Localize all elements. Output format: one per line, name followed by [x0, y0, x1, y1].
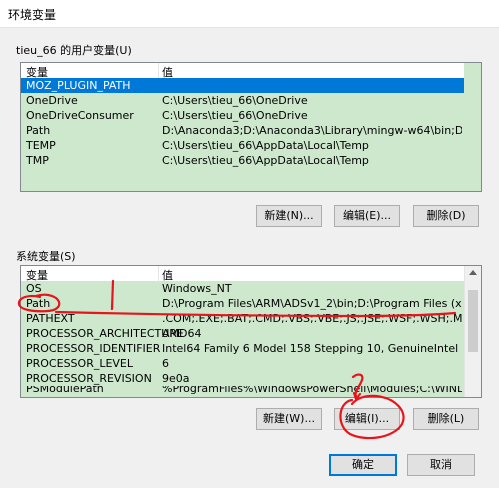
list-item[interactable]: Path D:\Program Files\ARM\ADSv1_2\bin;D:…: [21, 296, 464, 311]
variable-name: OneDriveConsumer: [26, 109, 134, 122]
variable-name: TEMP: [26, 139, 56, 152]
system-variables-label: 系统变量(S): [16, 250, 76, 263]
scrollbar-thumb[interactable]: [468, 290, 478, 352]
variable-name: PATHEXT: [26, 312, 75, 325]
variable-value: C:\Users\tieu_66\AppData\Local\Temp: [162, 139, 369, 152]
cancel-button[interactable]: 取消: [407, 454, 475, 476]
variable-value: C:\Users\tieu_66\AppData\Local\Temp: [162, 154, 369, 167]
list-item[interactable]: OS Windows_NT: [21, 281, 464, 296]
list-item[interactable]: OneDrive C:\Users\tieu_66\OneDrive: [21, 93, 464, 108]
user-variables-label: tieu_66 的用户变量(U): [16, 44, 132, 57]
window-title: 环境变量: [8, 8, 57, 22]
variable-name: PROCESSOR_LEVEL: [26, 357, 134, 370]
list-item[interactable]: PROCESSOR_ARCHITECTURE AMD64: [21, 326, 464, 341]
variable-value: C:\Users\tieu_66\OneDrive: [162, 94, 308, 107]
list-filler: [21, 168, 464, 191]
variable-value: .COM;.EXE;.BAT;.CMD;.VBS;.VBE;.JS;.JSE;.…: [162, 312, 462, 325]
variable-value: 9e0a: [162, 372, 190, 385]
list-item[interactable]: PSModulePath %ProgramFiles%\WindowsPower…: [21, 386, 464, 397]
variable-value: C:\Users\tieu_66\OneDrive: [162, 109, 308, 122]
user-edit-button[interactable]: 编辑(E)...: [334, 205, 400, 227]
variable-name: PSModulePath: [26, 386, 104, 395]
list-item[interactable]: MOZ_PLUGIN_PATH: [21, 78, 464, 93]
list-header: 变量 值: [21, 266, 481, 282]
list-item[interactable]: PATHEXT .COM;.EXE;.BAT;.CMD;.VBS;.VBE;.J…: [21, 311, 464, 326]
variable-value: D:\Program Files\ARM\ADSv1_2\bin;D:\Prog…: [162, 297, 462, 310]
system-variables-list[interactable]: 变量 值 OS Windows_NT Path D:\Program Files…: [20, 265, 482, 398]
variable-value: D:\Anaconda3;D:\Anaconda3\Library\mingw-…: [162, 124, 462, 137]
list-item[interactable]: TEMP C:\Users\tieu_66\AppData\Local\Temp: [21, 138, 464, 153]
vertical-scrollbar[interactable]: [464, 266, 481, 397]
variable-value: AMD64: [162, 327, 202, 340]
list-item[interactable]: PROCESSOR_LEVEL 6: [21, 356, 464, 371]
variable-name: PROCESSOR_IDENTIFIER: [26, 342, 161, 355]
variable-value: 6: [162, 357, 169, 370]
list-item[interactable]: PROCESSOR_REVISION 9e0a: [21, 371, 464, 386]
user-variables-list[interactable]: 变量 值 MOZ_PLUGIN_PATH OneDrive C:\Users\t…: [20, 62, 482, 192]
title-bar[interactable]: 环境变量: [0, 0, 499, 28]
variable-value: Windows_NT: [162, 282, 232, 295]
list-item[interactable]: Path D:\Anaconda3;D:\Anaconda3\Library\m…: [21, 123, 464, 138]
system-new-button[interactable]: 新建(W)...: [256, 408, 322, 430]
variable-name: Path: [26, 297, 51, 310]
user-delete-button[interactable]: 删除(D): [413, 205, 479, 227]
variable-name: MOZ_PLUGIN_PATH: [26, 79, 131, 92]
list-item[interactable]: OneDriveConsumer C:\Users\tieu_66\OneDri…: [21, 108, 464, 123]
variable-name: OS: [26, 282, 42, 295]
list-header: 变量 值: [21, 63, 481, 79]
variable-name: PROCESSOR_ARCHITECTURE: [26, 327, 184, 340]
variable-value: %ProgramFiles%\WindowsPowerShell\Modules…: [162, 386, 462, 395]
variable-name: OneDrive: [26, 94, 78, 107]
system-delete-button[interactable]: 删除(L): [413, 408, 479, 430]
variable-name: TMP: [26, 154, 49, 167]
variable-value: Intel64 Family 6 Model 158 Stepping 10, …: [162, 342, 459, 355]
variable-name: Path: [26, 124, 51, 137]
variable-name: PROCESSOR_REVISION: [26, 372, 152, 385]
user-new-button[interactable]: 新建(N)...: [256, 205, 322, 227]
list-item[interactable]: PROCESSOR_IDENTIFIER Intel64 Family 6 Mo…: [21, 341, 464, 356]
list-item[interactable]: TMP C:\Users\tieu_66\AppData\Local\Temp: [21, 153, 464, 168]
system-edit-button[interactable]: 编辑(I)...: [334, 408, 400, 430]
scroll-up-arrow-icon[interactable]: [469, 270, 477, 275]
ok-button[interactable]: 确定: [329, 454, 397, 476]
vertical-scrollbar[interactable]: [464, 63, 481, 191]
